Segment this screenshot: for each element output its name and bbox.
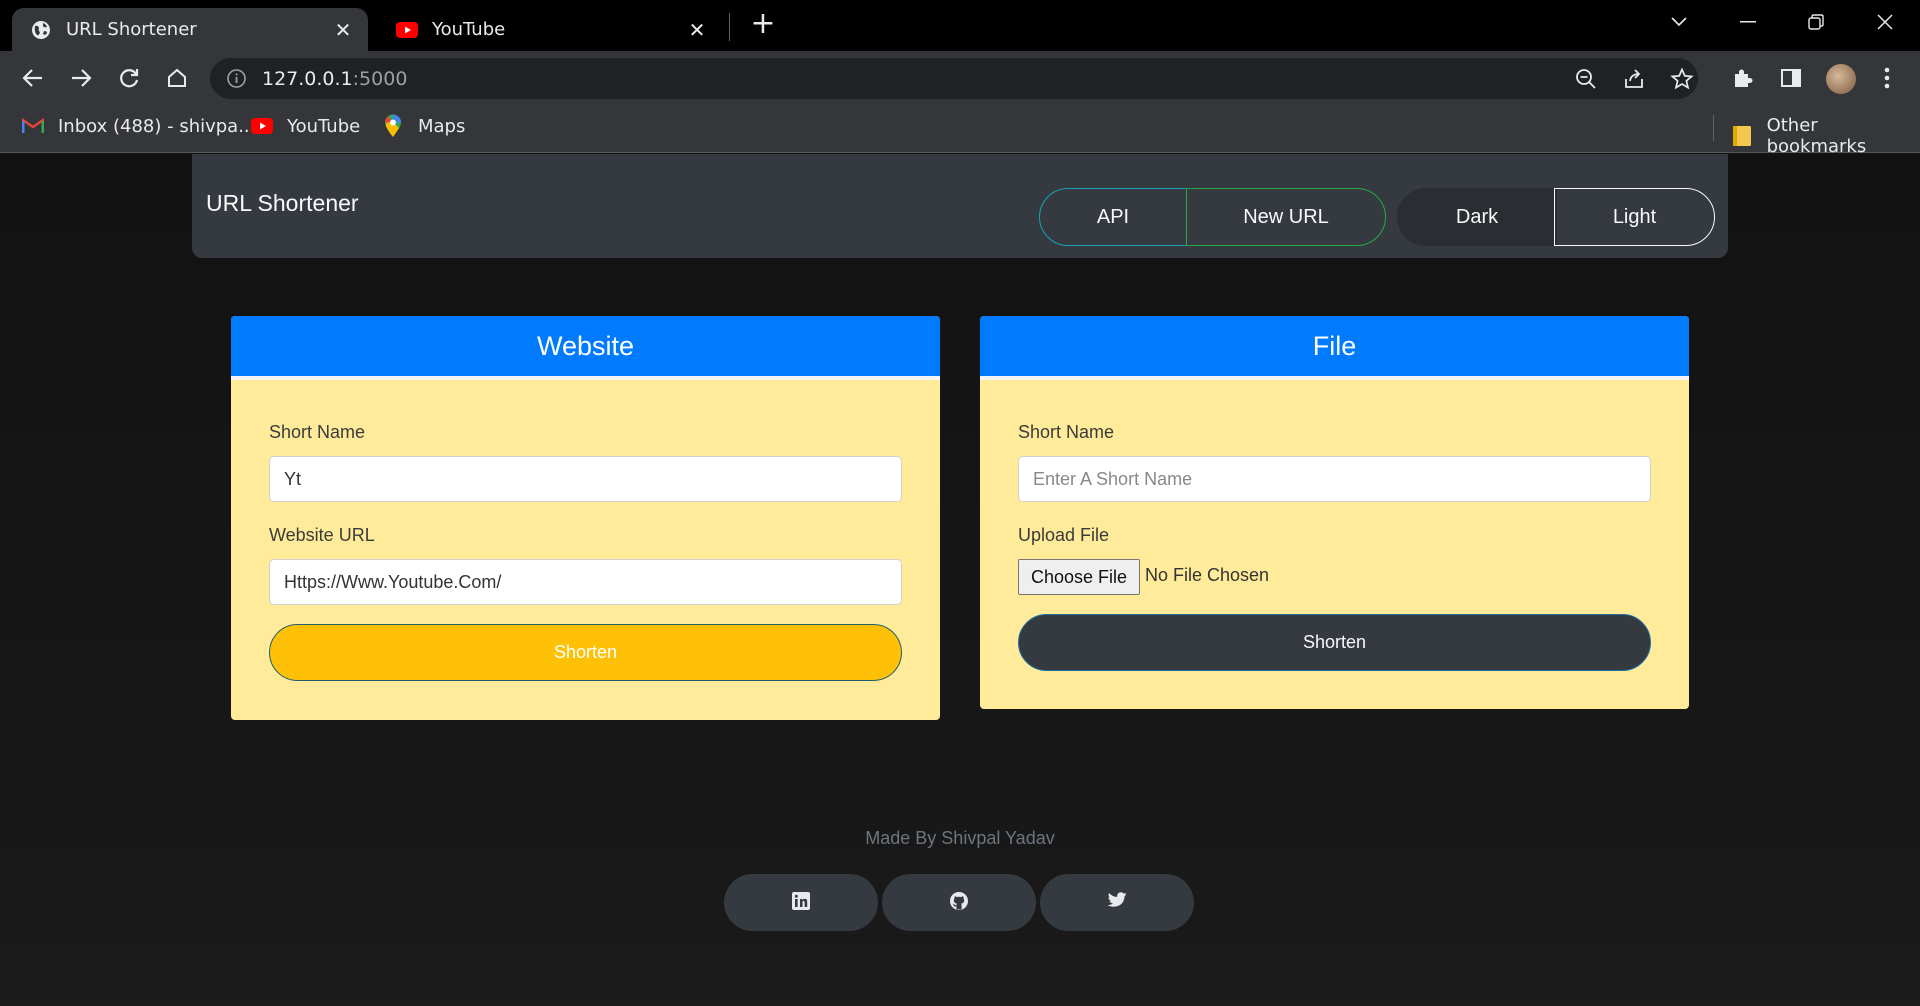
footer-credit: Made By Shivpal Yadav bbox=[865, 828, 1055, 848]
reload-icon[interactable] bbox=[112, 61, 146, 95]
close-tab-icon[interactable]: ✕ bbox=[328, 18, 358, 42]
file-card: File Short Name Enter A Short Name Uploa… bbox=[980, 316, 1689, 709]
shorten-website-button[interactable]: Shorten bbox=[269, 624, 902, 681]
close-tab-icon[interactable]: ✕ bbox=[682, 18, 712, 42]
bookmark-label: Maps bbox=[418, 115, 466, 137]
maps-icon bbox=[382, 114, 404, 137]
tab-title: URL Shortener bbox=[66, 19, 197, 40]
website-card: Website Short Name Yt Website URL Https:… bbox=[231, 316, 940, 720]
gmail-icon bbox=[22, 115, 44, 137]
side-panel-icon[interactable] bbox=[1778, 65, 1804, 91]
twitter-button[interactable] bbox=[1040, 874, 1194, 931]
back-icon[interactable] bbox=[16, 61, 50, 95]
linkedin-icon bbox=[792, 891, 810, 914]
tab-url-shortener[interactable]: URL Shortener ✕ bbox=[12, 8, 368, 51]
site-info-icon[interactable] bbox=[226, 68, 247, 89]
page-body: URL Shortener API New URL Dark Light Web… bbox=[0, 154, 1920, 1006]
api-button[interactable]: API bbox=[1039, 188, 1187, 246]
bookmark-label: Inbox (488) - shivpa... bbox=[58, 115, 256, 137]
restore-icon[interactable] bbox=[1788, 0, 1844, 44]
bookmark-maps[interactable]: Maps bbox=[382, 114, 466, 137]
folder-icon bbox=[1731, 125, 1753, 147]
bookmark-label: YouTube bbox=[287, 115, 361, 137]
bookmarks-bar: Inbox (488) - shivpa... YouTube Maps Oth… bbox=[0, 105, 1920, 157]
website-card-header: Website bbox=[231, 316, 940, 380]
github-button[interactable] bbox=[882, 874, 1036, 931]
upload-file-label: Upload File bbox=[1018, 525, 1110, 545]
file-short-name-input[interactable]: Enter A Short Name bbox=[1018, 456, 1651, 502]
address-url: 127.0.0.1:5000 bbox=[262, 68, 407, 90]
youtube-icon bbox=[251, 115, 273, 137]
twitter-icon bbox=[1107, 892, 1127, 913]
minimize-icon[interactable] bbox=[1720, 0, 1776, 44]
url-host: 127.0.0.1 bbox=[262, 68, 353, 90]
browser-toolbar: 127.0.0.1:5000 bbox=[0, 51, 1920, 105]
short-name-label: Short Name bbox=[269, 422, 366, 442]
other-bookmarks-label: Other bookmarks bbox=[1766, 115, 1867, 157]
share-icon[interactable] bbox=[1622, 67, 1646, 91]
other-bookmarks[interactable]: Other bookmarks bbox=[1731, 115, 1920, 157]
extensions-icon[interactable] bbox=[1730, 65, 1756, 91]
file-short-name-label: Short Name bbox=[1018, 422, 1115, 442]
profile-avatar[interactable] bbox=[1826, 64, 1856, 94]
website-url-label: Website URL bbox=[269, 525, 375, 545]
forward-icon[interactable] bbox=[64, 61, 98, 95]
app-navbar: URL Shortener API New URL Dark Light bbox=[192, 154, 1728, 258]
youtube-icon bbox=[396, 19, 418, 41]
url-port: :5000 bbox=[352, 68, 408, 90]
menu-icon[interactable] bbox=[1874, 65, 1900, 91]
address-bar[interactable]: 127.0.0.1:5000 bbox=[210, 58, 1698, 99]
dark-theme-button[interactable]: Dark bbox=[1397, 188, 1557, 246]
tab-strip: URL Shortener ✕ YouTube ✕ + bbox=[0, 0, 1920, 51]
tab-divider bbox=[729, 13, 730, 41]
no-file-chosen-text: No File Chosen bbox=[1145, 565, 1270, 585]
short-name-input[interactable]: Yt bbox=[269, 456, 902, 502]
bookmarks-divider bbox=[1713, 115, 1714, 141]
home-icon[interactable] bbox=[160, 61, 194, 95]
bookmark-youtube[interactable]: YouTube bbox=[251, 115, 360, 137]
nav-button-group: API New URL bbox=[1039, 188, 1386, 246]
globe-icon bbox=[30, 19, 52, 41]
tab-title: YouTube bbox=[432, 19, 506, 40]
tab-search-icon[interactable] bbox=[1651, 0, 1707, 44]
bookmark-gmail[interactable]: Inbox (488) - shivpa... bbox=[22, 115, 255, 137]
brand-title[interactable]: URL Shortener bbox=[206, 190, 359, 217]
new-url-button[interactable]: New URL bbox=[1186, 188, 1386, 246]
file-card-header: File bbox=[980, 316, 1689, 380]
choose-file-button[interactable]: Choose File bbox=[1018, 559, 1140, 595]
close-window-icon[interactable] bbox=[1857, 0, 1913, 44]
linkedin-button[interactable] bbox=[724, 874, 878, 931]
shorten-file-button[interactable]: Shorten bbox=[1018, 614, 1651, 671]
github-icon bbox=[949, 891, 969, 915]
new-tab-icon[interactable]: + bbox=[748, 9, 778, 41]
tab-youtube[interactable]: YouTube ✕ bbox=[378, 8, 722, 51]
light-theme-button[interactable]: Light bbox=[1554, 188, 1715, 246]
zoom-icon[interactable] bbox=[1574, 67, 1598, 91]
star-bookmark-icon[interactable] bbox=[1670, 67, 1694, 91]
website-url-input[interactable]: Https://Www.Youtube.Com/ bbox=[269, 559, 902, 605]
